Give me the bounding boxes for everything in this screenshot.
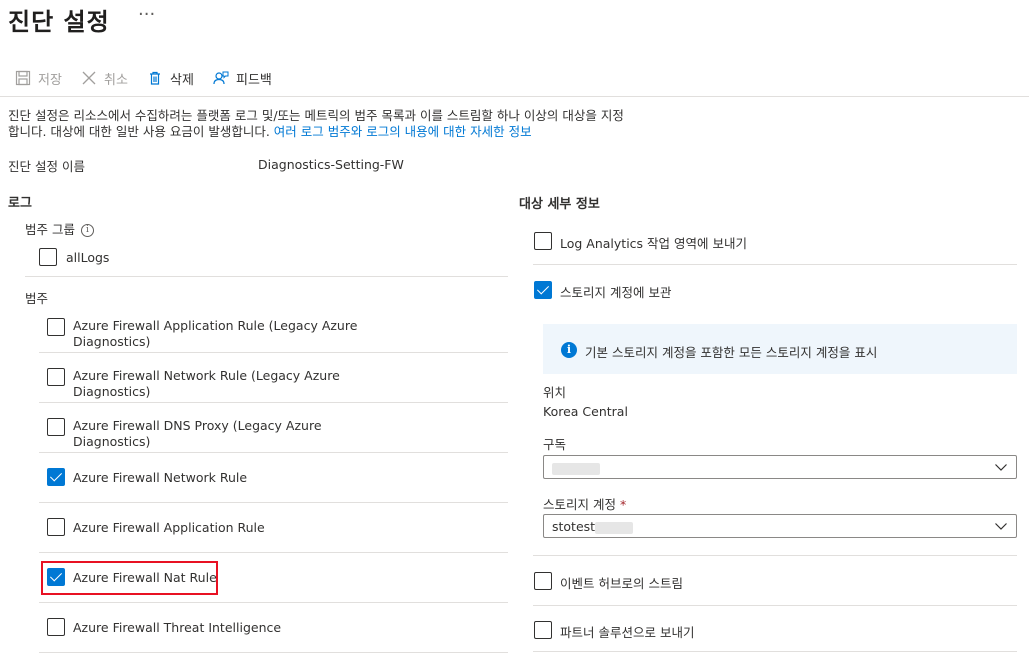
- info-icon[interactable]: i: [80, 224, 94, 237]
- category-label: Azure Firewall Application Rule: [73, 520, 265, 535]
- trash-icon: [146, 69, 164, 87]
- storage-label: 스토리지 계정에 보관: [560, 285, 672, 300]
- description-text-2: 합니다. 대상에 대한 일반 사용 요금이 발생합니다.: [8, 124, 270, 139]
- command-bar: 저장 취소 삭제 피드백: [0, 64, 1029, 92]
- delete-label: 삭제: [170, 72, 194, 88]
- storage-account-label-row: 스토리지 계정 *: [543, 494, 626, 513]
- category-label: Azure Firewall Network Rule: [73, 470, 248, 485]
- log-analytics-checkbox[interactable]: [534, 232, 552, 250]
- close-icon: [80, 69, 98, 87]
- alllogs-checkbox[interactable]: [39, 248, 57, 266]
- divider: [39, 352, 508, 353]
- divider: [533, 555, 1017, 556]
- divider: [39, 402, 508, 403]
- divider: [25, 276, 508, 277]
- page-title: 진단 설정: [8, 8, 110, 36]
- divider: [39, 652, 508, 653]
- category-label: Azure Firewall DNS Proxy (Legacy Azure D…: [73, 418, 322, 449]
- divider: [533, 264, 1017, 265]
- category-label: Azure Firewall Network Rule (Legacy Azur…: [73, 368, 340, 399]
- log-analytics-label: Log Analytics 작업 영역에 보내기: [560, 236, 747, 251]
- category-checkbox[interactable]: [47, 368, 65, 386]
- destination-heading: 대상 세부 정보: [519, 197, 600, 212]
- chevron-down-icon: [995, 464, 1007, 471]
- divider: [533, 651, 1017, 652]
- setting-name-value[interactable]: Diagnostics-Setting-FW: [258, 157, 404, 172]
- location-value: Korea Central: [543, 404, 628, 419]
- required-mark: *: [619, 497, 627, 512]
- info-text: 기본 스토리지 계정을 포함한 모든 스토리지 계정을 표시: [585, 345, 878, 360]
- category-group-label: 범주 그룹: [25, 222, 75, 237]
- feedback-label: 피드백: [236, 72, 272, 88]
- location-label: 위치: [543, 385, 567, 400]
- setting-name-label: 진단 설정 이름: [8, 159, 85, 174]
- event-hub-label: 이벤트 허브로의 스트림: [560, 576, 683, 591]
- category-label: Azure Firewall Threat Intelligence: [73, 620, 282, 635]
- feedback-icon: [212, 69, 230, 87]
- highlight-box: [41, 561, 218, 595]
- delete-button[interactable]: 삭제: [146, 64, 194, 92]
- divider: [39, 602, 508, 603]
- divider: [533, 605, 1017, 606]
- divider: [39, 502, 508, 503]
- save-button[interactable]: 저장: [14, 64, 62, 92]
- category-checkbox[interactable]: [47, 618, 65, 636]
- storage-checkbox[interactable]: [534, 281, 552, 299]
- description: 진단 설정은 리소스에서 수집하려는 플랫폼 로그 및/또는 메트릭의 범주 목…: [8, 108, 728, 140]
- storage-account-dropdown[interactable]: stotest: [543, 514, 1017, 538]
- storage-account-label: 스토리지 계정: [543, 497, 616, 512]
- info-icon: i: [561, 342, 577, 358]
- cancel-button[interactable]: 취소: [80, 64, 128, 92]
- divider: [39, 452, 508, 453]
- command-bar-divider: [0, 96, 1029, 97]
- save-icon: [14, 69, 32, 87]
- subscription-label: 구독: [543, 437, 567, 452]
- event-hub-checkbox[interactable]: [534, 572, 552, 590]
- cancel-label: 취소: [104, 72, 128, 88]
- alllogs-label: allLogs: [66, 250, 110, 265]
- divider: [39, 552, 508, 553]
- category-checkbox[interactable]: [47, 418, 65, 436]
- save-label: 저장: [38, 72, 62, 88]
- category-checkbox[interactable]: [47, 318, 65, 336]
- subscription-value: [552, 460, 600, 475]
- chevron-down-icon: [995, 523, 1007, 530]
- description-text-1: 진단 설정은 리소스에서 수집하려는 플랫폼 로그 및/또는 메트릭의 범주 목…: [8, 108, 624, 123]
- storage-account-value: stotest: [552, 519, 634, 534]
- logs-heading: 로그: [8, 196, 32, 211]
- partner-checkbox[interactable]: [534, 621, 552, 639]
- learn-more-link[interactable]: 여러 로그 범주와 로그의 내용에 대한 자세한 정보: [274, 124, 532, 139]
- categories-label: 범주: [25, 291, 49, 306]
- partner-label: 파트너 솔루션으로 보내기: [560, 625, 695, 640]
- category-group-row: 범주 그룹 i: [25, 219, 94, 238]
- subscription-dropdown[interactable]: [543, 455, 1017, 479]
- feedback-button[interactable]: 피드백: [212, 64, 272, 92]
- info-message: i 기본 스토리지 계정을 포함한 모든 스토리지 계정을 표시: [543, 324, 1017, 374]
- category-checkbox[interactable]: [47, 518, 65, 536]
- category-label: Azure Firewall Application Rule (Legacy …: [73, 318, 358, 349]
- more-options-button[interactable]: ···: [138, 4, 155, 25]
- category-checkbox[interactable]: [47, 468, 65, 486]
